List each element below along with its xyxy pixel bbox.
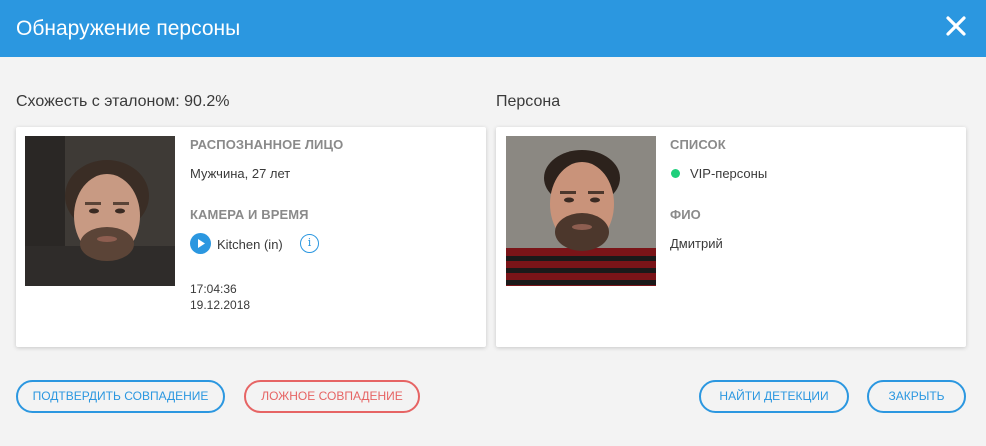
status-dot-icon (671, 169, 680, 178)
recognized-face-label: РАСПОЗНАННОЕ ЛИЦО (190, 137, 344, 152)
camera-time-label: КАМЕРА И ВРЕМЯ (190, 207, 309, 222)
person-heading: Персона (496, 93, 561, 110)
find-detections-button[interactable]: НАЙТИ ДЕТЕКЦИИ (699, 380, 849, 413)
name-label: ФИО (670, 207, 701, 222)
recognized-face-value: Мужчина, 27 лет (190, 166, 291, 181)
list-label: СПИСОК (670, 137, 726, 152)
dialog-header: Обнаружение персоны (0, 0, 986, 57)
close-button[interactable]: ЗАКРЫТЬ (867, 380, 966, 413)
false-match-button[interactable]: ЛОЖНОЕ СОВПАДЕНИЕ (244, 380, 420, 413)
similarity-heading: Схожесть с эталоном: 90.2% (16, 93, 230, 110)
person-card: СПИСОК VIP-персоны ФИО Дмитрий (496, 127, 966, 347)
close-icon[interactable] (943, 13, 969, 39)
person-photo (506, 136, 656, 286)
info-icon[interactable]: i (300, 234, 319, 253)
confirm-match-button[interactable]: ПОДТВЕРДИТЬ СОВПАДЕНИЕ (16, 380, 225, 413)
play-icon[interactable] (190, 233, 211, 254)
detected-face-card: РАСПОЗНАННОЕ ЛИЦО Мужчина, 27 лет КАМЕРА… (16, 127, 486, 347)
detected-face-photo (25, 136, 175, 286)
detection-time: 17:04:36 (190, 282, 237, 296)
list-value: VIP-персоны (690, 166, 768, 181)
detection-date: 19.12.2018 (190, 298, 251, 312)
name-value: Дмитрий (670, 236, 723, 251)
dialog-title: Обнаружение персоны (16, 17, 241, 40)
camera-name[interactable]: Kitchen (in) (217, 237, 283, 252)
